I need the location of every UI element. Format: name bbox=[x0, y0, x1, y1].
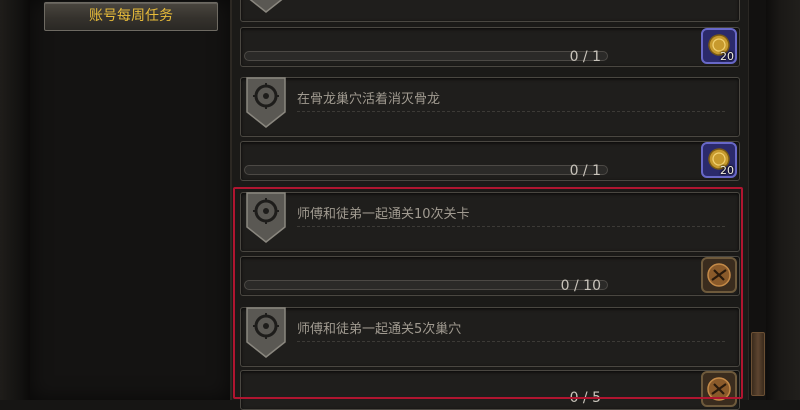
quest-badge-icon bbox=[246, 77, 286, 128]
divider bbox=[297, 226, 725, 227]
bronze-medal-icon bbox=[707, 377, 731, 401]
divider bbox=[297, 341, 725, 342]
quest-title: 师傅和徒弟一起通关10次关卡 bbox=[297, 207, 470, 222]
reward-slot[interactable]: 20 bbox=[701, 142, 737, 178]
progress-count: 0 / 5 bbox=[569, 390, 601, 406]
progress-count: 0 / 1 bbox=[569, 163, 601, 179]
right-frame-edge bbox=[766, 0, 800, 400]
quest-badge-icon bbox=[249, 0, 283, 13]
category-sidebar: 账号每周任务 bbox=[30, 0, 232, 400]
quest-badge-icon bbox=[246, 192, 286, 243]
quest-title: 在骨龙巢穴活着消灭骨龙 bbox=[297, 92, 441, 107]
quest-progress-row: 0 / 1 20 bbox=[240, 141, 740, 181]
quest-progress-row: 0 / 1 20 bbox=[240, 27, 740, 67]
quest-progress-row: 0 / 10 bbox=[240, 256, 740, 296]
quest-header-row[interactable]: 师傅和徒弟一起通关10次关卡 bbox=[240, 192, 740, 252]
quest-header-row[interactable]: 在骨龙巢穴活着消灭骨龙 bbox=[240, 77, 740, 137]
left-frame-edge bbox=[0, 0, 31, 400]
reward-slot[interactable] bbox=[701, 257, 737, 293]
scrollbar-thumb[interactable] bbox=[751, 332, 765, 396]
quest-header-row[interactable]: 师傅和徒弟一起通关5次巢穴 bbox=[240, 307, 740, 367]
reward-slot[interactable] bbox=[701, 371, 737, 407]
reward-quantity: 20 bbox=[720, 164, 734, 177]
reward-slot[interactable]: 20 bbox=[701, 28, 737, 64]
reward-quantity: 20 bbox=[720, 50, 734, 63]
quest-header-row[interactable] bbox=[240, 0, 740, 22]
quest-badge-icon bbox=[246, 307, 286, 358]
divider bbox=[297, 111, 725, 112]
progress-count: 0 / 10 bbox=[560, 278, 601, 294]
scrollbar[interactable] bbox=[748, 0, 767, 400]
quest-progress-row: 0 / 5 bbox=[240, 370, 740, 410]
bronze-medal-icon bbox=[707, 263, 731, 287]
progress-count: 0 / 1 bbox=[569, 49, 601, 65]
category-account-weekly-button[interactable]: 账号每周任务 bbox=[44, 2, 218, 31]
quest-title: 师傅和徒弟一起通关5次巢穴 bbox=[297, 322, 462, 337]
